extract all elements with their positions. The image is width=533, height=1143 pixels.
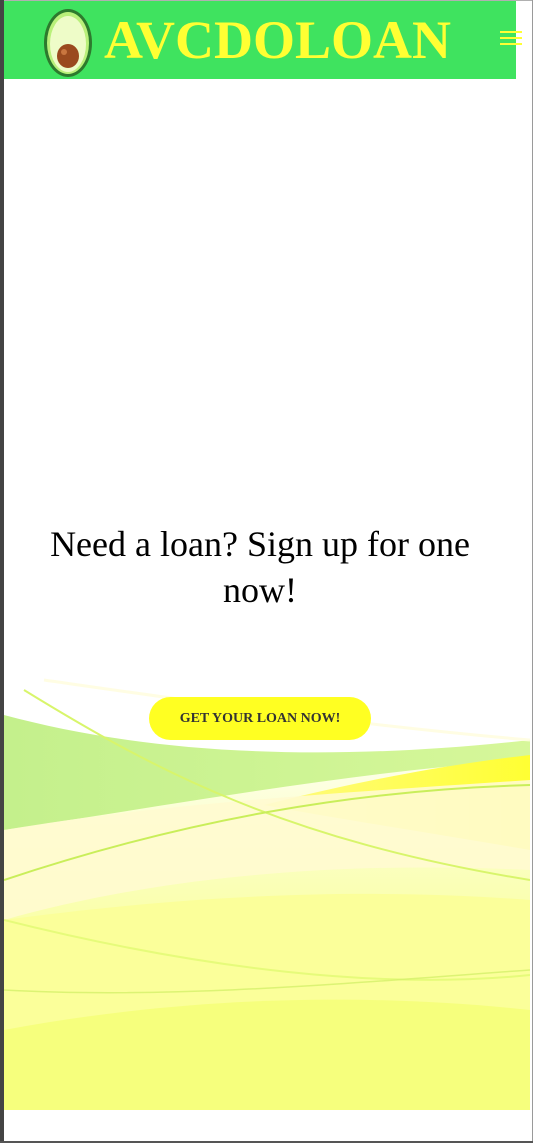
page: AVCDOLOAN Need a loan? Sign up for one n… <box>0 0 533 1143</box>
navbar: AVCDOLOAN <box>4 1 522 79</box>
hero-title: Need a loan? Sign up for one now! <box>50 524 470 610</box>
avocado-icon[interactable] <box>42 4 94 78</box>
get-loan-button[interactable]: GET YOUR LOAN NOW! <box>149 697 371 740</box>
hamburger-menu-icon[interactable] <box>500 29 522 47</box>
brand-title[interactable]: AVCDOLOAN <box>104 9 451 71</box>
